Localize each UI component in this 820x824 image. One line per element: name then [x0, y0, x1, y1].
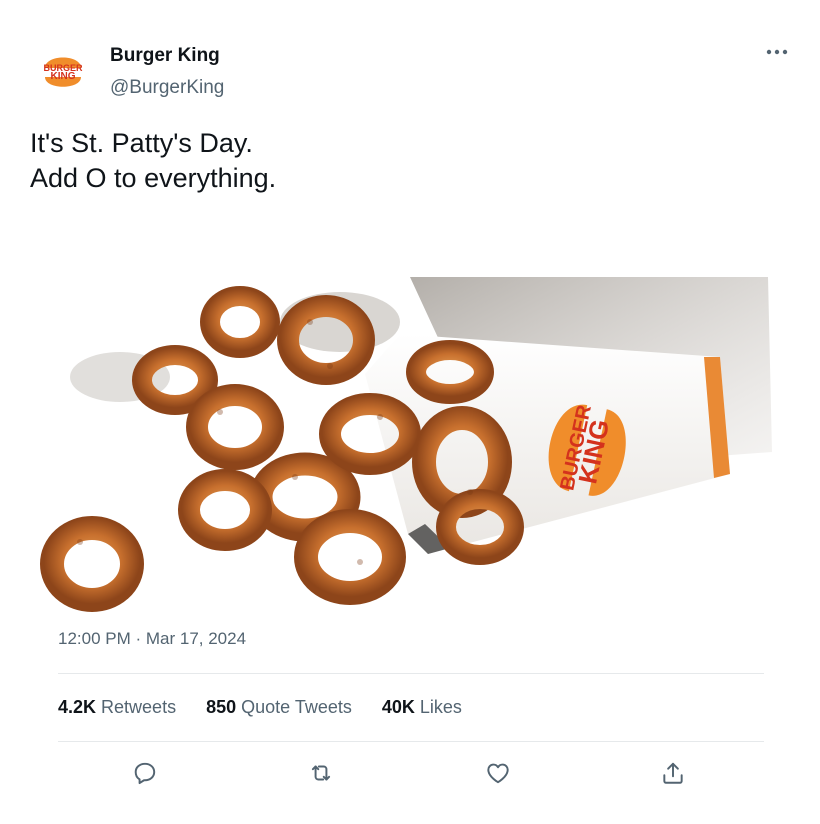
- divider: [58, 741, 764, 742]
- quote-tweets-stat[interactable]: 850 Quote Tweets: [206, 697, 352, 718]
- likes-count: 40K: [381, 697, 415, 717]
- display-name[interactable]: Burger King: [110, 45, 220, 67]
- divider: [58, 673, 764, 674]
- retweet-button[interactable]: [304, 756, 338, 790]
- timestamp[interactable]: 12:00 PM · Mar 17, 2024: [58, 629, 246, 649]
- handle[interactable]: @BurgerKing: [110, 77, 224, 99]
- tweet-media[interactable]: BURGER KING: [30, 262, 786, 618]
- share-button[interactable]: [656, 756, 690, 790]
- likes-label: Likes: [419, 697, 462, 717]
- reply-button[interactable]: [128, 756, 162, 790]
- more-button[interactable]: [757, 38, 797, 66]
- onion-rings-image: BURGER KING: [40, 277, 772, 612]
- quote-tweets-count: 850: [206, 697, 237, 717]
- tweet-text-line: It's St. Patty's Day.: [30, 128, 253, 158]
- quote-tweets-label: Quote Tweets: [241, 697, 352, 717]
- tweet-stats: 4.2K Retweets 850 Quote Tweets 40K Likes: [58, 697, 462, 718]
- svg-text:KING: KING: [51, 71, 76, 82]
- retweets-stat[interactable]: 4.2K Retweets: [58, 697, 176, 718]
- retweet-icon: [311, 765, 331, 781]
- like-button[interactable]: [481, 756, 515, 790]
- retweets-label: Retweets: [101, 697, 177, 717]
- tweet-text: It's St. Patty's Day. Add O to everythin…: [30, 126, 276, 196]
- heart-icon: [487, 763, 509, 784]
- more-icon: [766, 49, 788, 55]
- avatar[interactable]: BURGER KING: [40, 46, 86, 96]
- tweet-text-line: Add O to everything.: [30, 163, 277, 193]
- likes-stat[interactable]: 40K Likes: [382, 697, 462, 718]
- reply-icon: [134, 762, 156, 785]
- share-icon: [663, 762, 683, 784]
- retweets-count: 4.2K: [58, 697, 97, 717]
